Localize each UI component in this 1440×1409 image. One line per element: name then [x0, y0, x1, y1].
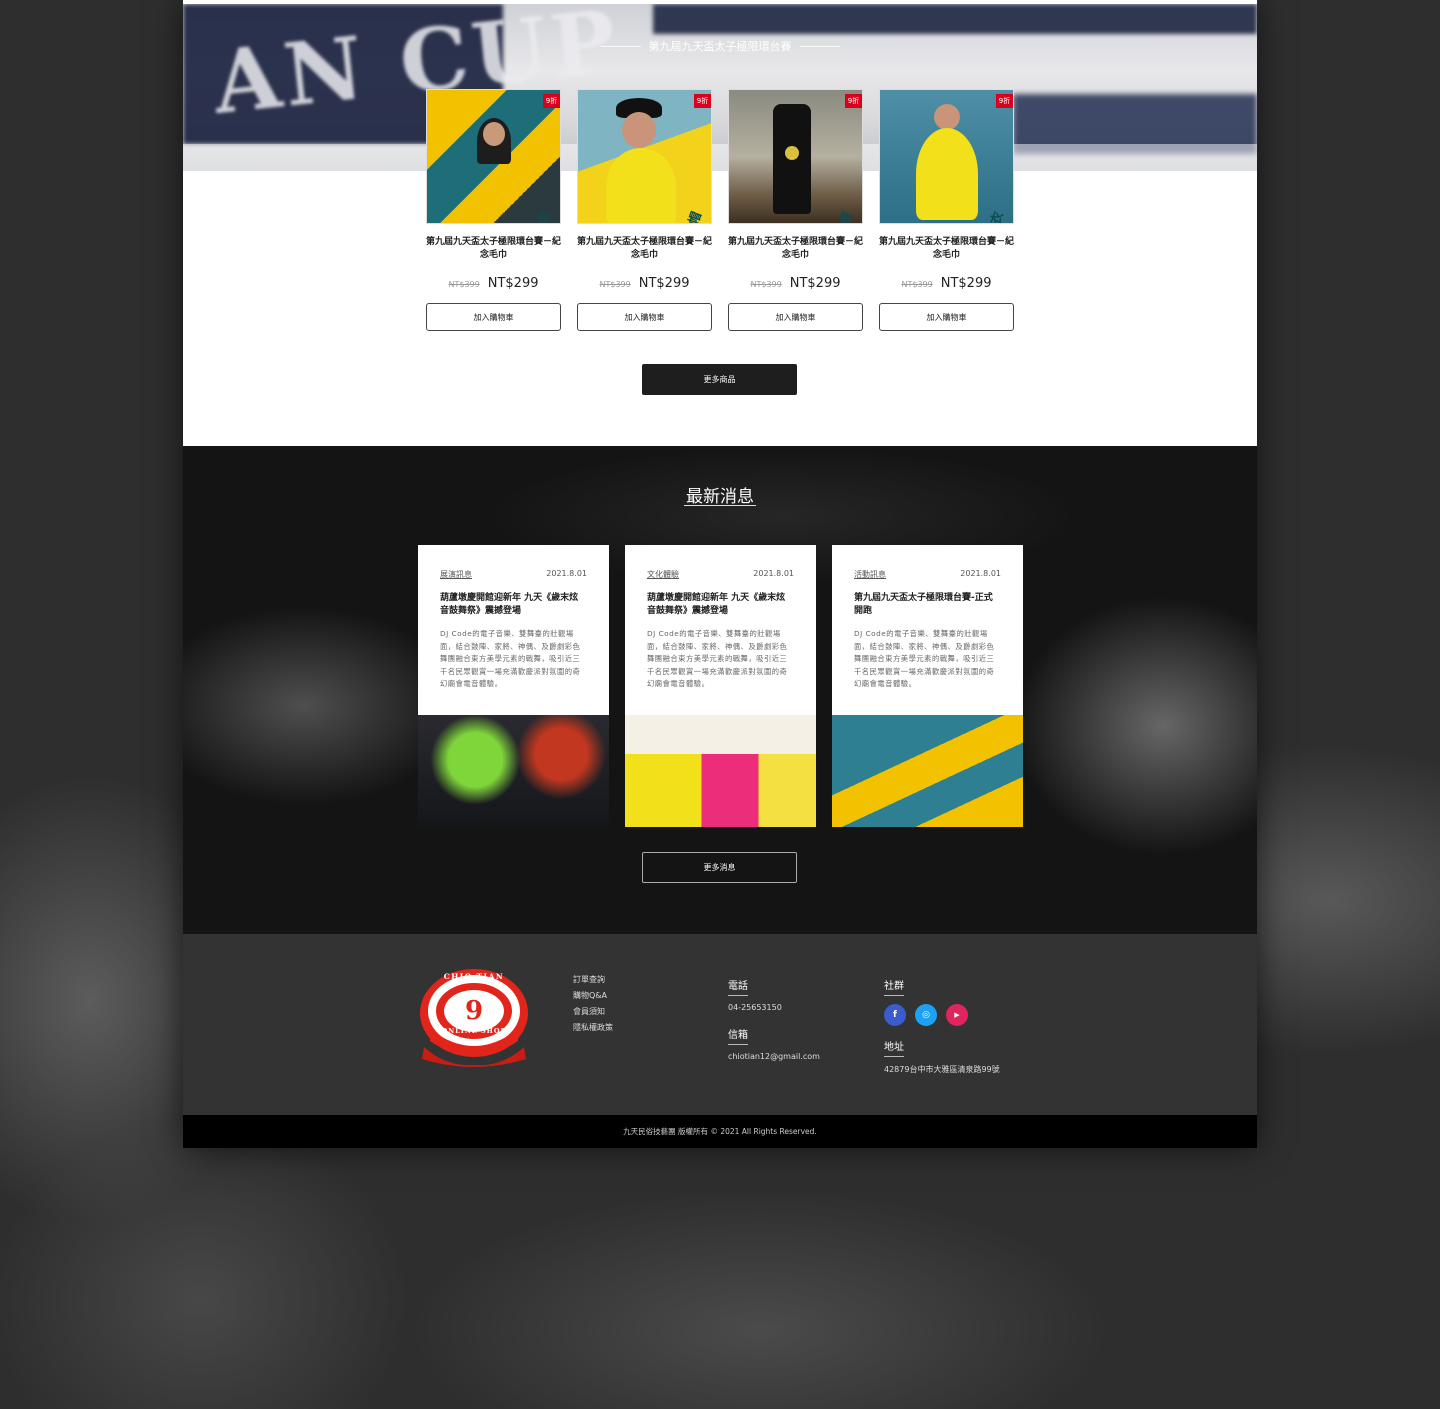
news-excerpt: DJ Code的電子音樂、雙舞臺的壯觀場面，結合鼓陣、家將、神偶、及爵劇彩色舞團… [647, 629, 788, 689]
product-image[interactable]: 輕便雨衣 9折 [879, 89, 1014, 224]
price: NT$299 [789, 276, 841, 291]
instagram-icon[interactable]: ◎ [915, 1004, 937, 1026]
product-name[interactable]: 第九屆九天盃太子極限環台賽－紀念毛巾 [879, 236, 1014, 262]
discount-badge: 9折 [694, 94, 711, 108]
product-image[interactable]: 漁夫帽 9折 [577, 89, 712, 224]
product-image[interactable]: 運動水壺 9折 [728, 89, 863, 224]
price: NT$299 [487, 276, 539, 291]
add-to-cart-button[interactable]: 加入購物車 [426, 303, 561, 331]
news-excerpt: DJ Code的電子音樂、雙舞臺的壯觀場面，結合鼓陣、家將、神偶、及爵劇彩色舞團… [440, 629, 581, 689]
product-image[interactable]: 運動毛巾 9折 [426, 89, 561, 224]
news-headline[interactable]: 第九屆九天盃太子極限環台賽-正式開跑 [832, 580, 1023, 618]
news-section: 最新消息 展演訊息 2021.8.01 葫蘆墩慶開館迎新年 九天《歲末炫音鼓舞祭… [183, 446, 1257, 934]
news-title: 最新消息 [686, 487, 754, 507]
logo-text: CHIO-TIAN ONLINE SHOP [441, 972, 507, 1035]
product-grid: 運動毛巾 9折 第九屆九天盃太子極限環台賽－紀念毛巾 NT$399 NT$299… [426, 89, 1014, 334]
news-category[interactable]: 展演訊息 [440, 569, 472, 580]
news-image[interactable] [418, 715, 609, 827]
facebook-icon[interactable]: f [884, 1004, 906, 1026]
news-card[interactable]: 文化體驗 2021.8.01 葫蘆墩慶開館迎新年 九天《歲末炫音鼓舞祭》震撼登場… [625, 545, 816, 827]
copyright-bar: 九天民俗技藝團 版權所有 © 2021 All Rights Reserved. [183, 1115, 1257, 1148]
news-image[interactable] [832, 715, 1023, 827]
discount-badge: 9折 [845, 94, 862, 108]
footer-links: 訂單查詢 購物Q&A 會員須知 隱私權政策 [573, 972, 613, 1036]
phone-number[interactable]: 04-25653150 [728, 1003, 820, 1012]
email-label: 信箱 [728, 1026, 748, 1045]
address-label: 地址 [884, 1038, 904, 1057]
products-title-text: 第九屆九天盃太子極限環台賽 [648, 40, 792, 53]
news-date: 2021.8.01 [546, 569, 587, 578]
news-category[interactable]: 文化體驗 [647, 569, 679, 580]
footer-link-order-query[interactable]: 訂單查詢 [573, 972, 613, 988]
more-products-button[interactable]: 更多商品 [642, 364, 797, 395]
news-date: 2021.8.01 [960, 569, 1001, 578]
price: NT$299 [940, 276, 992, 291]
news-card[interactable]: 展演訊息 2021.8.01 葫蘆墩慶開館迎新年 九天《歲末炫音鼓舞祭》震撼登場… [418, 545, 609, 827]
old-price: NT$399 [750, 280, 782, 289]
product-card[interactable]: 運動毛巾 9折 第九屆九天盃太子極限環台賽－紀念毛巾 NT$399 NT$299… [426, 89, 561, 331]
address-text: 42879台中市大雅區清泉路99號 [884, 1065, 1000, 1074]
discount-badge: 9折 [996, 94, 1013, 108]
youtube-icon[interactable]: ▶ [946, 1004, 968, 1026]
news-category[interactable]: 活動訊息 [854, 569, 886, 580]
add-to-cart-button[interactable]: 加入購物車 [879, 303, 1014, 331]
news-title-underline [684, 505, 756, 506]
email-address[interactable]: chiotian12@gmail.com [728, 1052, 820, 1061]
more-news-button[interactable]: 更多消息 [642, 852, 797, 883]
products-section: AN CUP 第九屆九天盃太子極限環台賽 運動毛巾 9折 第九屆九天盃太子極限環… [183, 0, 1257, 446]
footer-link-privacy-policy[interactable]: 隱私權政策 [573, 1020, 613, 1036]
products-title: 第九屆九天盃太子極限環台賽 [183, 38, 1257, 54]
social-label: 社群 [884, 977, 904, 996]
footer-link-shopping-qa[interactable]: 購物Q&A [573, 988, 613, 1004]
news-image[interactable] [625, 715, 816, 827]
product-card[interactable]: 漁夫帽 9折 第九屆九天盃太子極限環台賽－紀念毛巾 NT$399 NT$299 … [577, 89, 712, 331]
old-price: NT$399 [448, 280, 480, 289]
product-name[interactable]: 第九屆九天盃太子極限環台賽－紀念毛巾 [728, 236, 863, 262]
news-headline[interactable]: 葫蘆墩慶開館迎新年 九天《歲末炫音鼓舞祭》震撼登場 [625, 580, 816, 618]
footer-link-member-notice[interactable]: 會員須知 [573, 1004, 613, 1020]
news-excerpt: DJ Code的電子音樂、雙舞臺的壯觀場面，結合鼓陣、家將、神偶、及爵劇彩色舞團… [854, 629, 995, 689]
contact-column: 電話 04-25653150 信箱 chiotian12@gmail.com [728, 974, 820, 1061]
product-card[interactable]: 輕便雨衣 9折 第九屆九天盃太子極限環台賽－紀念毛巾 NT$399 NT$299… [879, 89, 1014, 331]
social-icons: f ◎ ▶ [884, 1004, 1000, 1026]
phone-label: 電話 [728, 977, 748, 996]
news-card[interactable]: 活動訊息 2021.8.01 第九屆九天盃太子極限環台賽-正式開跑 DJ Cod… [832, 545, 1023, 827]
discount-badge: 9折 [543, 94, 560, 108]
price: NT$299 [638, 276, 690, 291]
old-price: NT$399 [599, 280, 631, 289]
page-canvas: AN CUP 第九屆九天盃太子極限環台賽 運動毛巾 9折 第九屆九天盃太子極限環… [183, 0, 1257, 1148]
social-column: 社群 f ◎ ▶ 地址 42879台中市大雅區清泉路99號 [884, 974, 1000, 1075]
footer: 9 CHIO-TIAN ONLINE SHOP 訂單查詢 購物Q&A 會員須知 … [183, 934, 1257, 1115]
product-name[interactable]: 第九屆九天盃太子極限環台賽－紀念毛巾 [426, 236, 561, 262]
news-date: 2021.8.01 [753, 569, 794, 578]
add-to-cart-button[interactable]: 加入購物車 [577, 303, 712, 331]
news-headline[interactable]: 葫蘆墩慶開館迎新年 九天《歲末炫音鼓舞祭》震撼登場 [418, 580, 609, 618]
add-to-cart-button[interactable]: 加入購物車 [728, 303, 863, 331]
product-name[interactable]: 第九屆九天盃太子極限環台賽－紀念毛巾 [577, 236, 712, 262]
product-card[interactable]: 運動水壺 9折 第九屆九天盃太子極限環台賽－紀念毛巾 NT$399 NT$299… [728, 89, 863, 331]
old-price: NT$399 [901, 280, 933, 289]
